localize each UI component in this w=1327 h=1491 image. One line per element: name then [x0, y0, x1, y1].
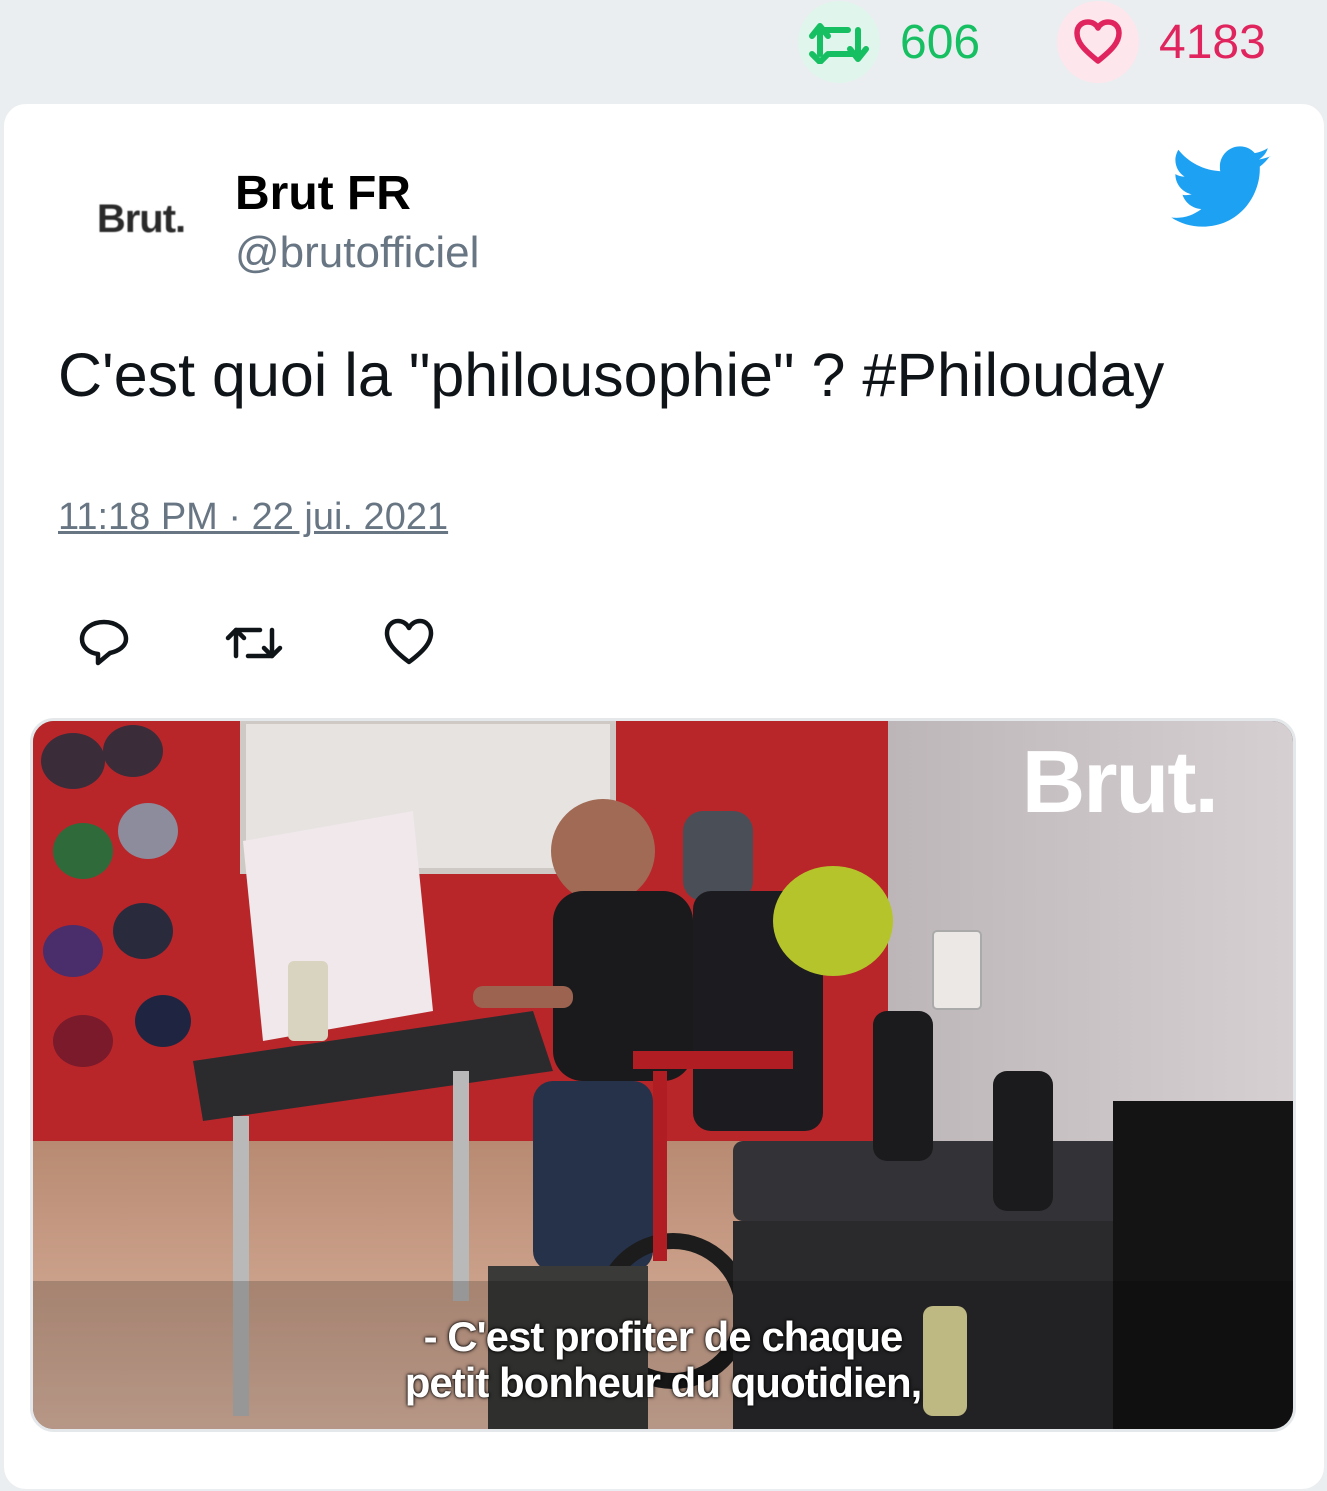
- retweet-icon: [225, 627, 283, 659]
- like-stat[interactable]: 4183: [1057, 0, 1266, 84]
- twitter-bird-icon[interactable]: [1170, 146, 1274, 230]
- like-button[interactable]: [379, 612, 439, 672]
- retweet-button[interactable]: [222, 612, 283, 672]
- retweet-icon[interactable]: [798, 1, 880, 83]
- heart-icon: [384, 618, 434, 665]
- video-subtitle-line-1: - C'est profiter de chaque: [423, 1313, 904, 1360]
- tweet-card[interactable]: Brut. Brut FR @brutofficiel C'est quoi l…: [4, 104, 1324, 1489]
- heart-icon[interactable]: [1057, 1, 1139, 83]
- avatar[interactable]: Brut.: [76, 164, 206, 274]
- like-count: 4183: [1159, 15, 1266, 69]
- video-subtitle-line-2: petit bonheur du quotidien,: [404, 1359, 923, 1406]
- reply-icon: [79, 619, 129, 666]
- retweet-count: 606: [900, 15, 981, 69]
- tweet-text: C'est quoi la "philousophie" ? #Philouda…: [58, 341, 1165, 409]
- tweet-timestamp[interactable]: 11:18 PM · 22 jui. 2021: [58, 496, 448, 539]
- reply-button[interactable]: [74, 612, 134, 672]
- tweet-video-thumbnail[interactable]: Brut. - C'est profiter de chaque petit b…: [30, 718, 1296, 1432]
- brut-watermark: Brut.: [1021, 732, 1219, 831]
- author-handle[interactable]: @brutofficiel: [235, 228, 479, 278]
- engagement-stats: 606 4183: [0, 0, 1327, 100]
- retweet-stat[interactable]: 606: [798, 0, 980, 84]
- author-name[interactable]: Brut FR: [235, 166, 411, 221]
- avatar-logo: Brut.: [96, 196, 186, 241]
